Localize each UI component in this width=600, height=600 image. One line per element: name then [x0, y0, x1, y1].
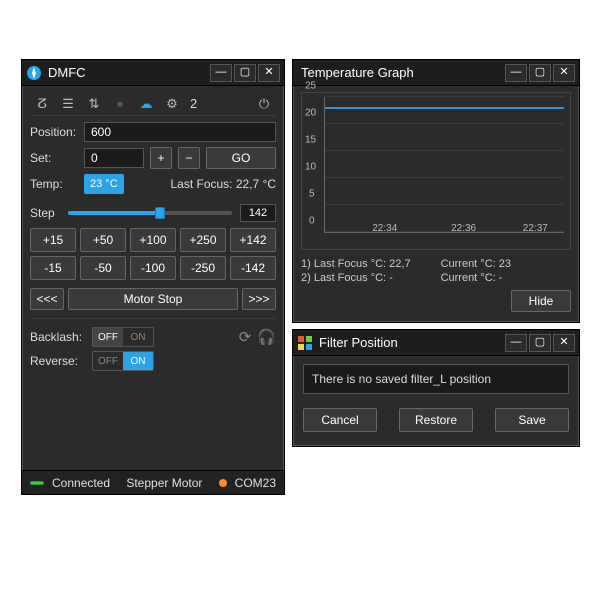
set-input[interactable] [91, 151, 137, 165]
step-button-grid: +15 +50 +100 +250 +142 -15 -50 -100 -250… [30, 228, 276, 280]
toolbar-number: 2 [190, 96, 197, 111]
motor-fwd-button[interactable]: >>> [242, 288, 276, 310]
lastfocus1-label: 1) Last Focus °C: 22,7 [301, 258, 411, 270]
backlash-toggle[interactable]: OFF ON [92, 327, 154, 347]
cloud-icon[interactable]: ☁ [138, 96, 154, 112]
connected-indicator-icon [30, 481, 44, 485]
graph-title: Temperature Graph [301, 65, 505, 80]
toolbar: ⵒ ☰ ⇅ ● ☁ ⚙ 2 ⏻ [30, 92, 276, 116]
circle-icon[interactable]: ● [112, 96, 128, 112]
status-bar: Connected Stepper Motor COM23 [22, 470, 284, 494]
temp-label: Temp: [30, 177, 78, 191]
minus-button[interactable]: − [178, 147, 200, 169]
maximize-button[interactable]: ▢ [529, 64, 551, 82]
xtick: 22:34 [372, 223, 397, 234]
current1-label: Current °C: 23 [441, 258, 511, 270]
bars-icon[interactable]: ☰ [60, 96, 76, 112]
hide-button[interactable]: Hide [511, 290, 571, 312]
headphones-icon[interactable]: 🎧 [257, 328, 276, 346]
filter-titlebar[interactable]: Filter Position — ▢ ✕ [293, 330, 579, 356]
gear-icon[interactable]: ⚙ [164, 96, 180, 112]
minimize-button[interactable]: — [210, 64, 232, 82]
power-icon[interactable]: ⏻ [256, 96, 272, 112]
refresh-icon[interactable]: ⟳ [239, 328, 252, 346]
position-input[interactable] [91, 125, 269, 139]
close-button[interactable]: ✕ [553, 334, 575, 352]
temp-badge: 23 °C [84, 174, 124, 194]
last-focus-label: Last Focus: 22,7 °C [170, 177, 276, 191]
usb-icon[interactable]: ⵒ [34, 96, 50, 112]
dmfc-title: DMFC [48, 65, 210, 80]
dmfc-window: DMFC — ▢ ✕ ⵒ ☰ ⇅ ● ☁ ⚙ 2 ⏻ Position: Set… [21, 59, 285, 495]
restore-button[interactable]: Restore [399, 408, 473, 432]
step-btn-minus142[interactable]: -142 [230, 256, 276, 280]
step-btn-plus15[interactable]: +15 [30, 228, 76, 252]
xtick: 22:37 [523, 223, 548, 234]
reverse-on[interactable]: ON [123, 352, 153, 370]
maximize-button[interactable]: ▢ [234, 64, 256, 82]
plus-button[interactable]: + [150, 147, 172, 169]
temperature-graph-window: Temperature Graph — ▢ ✕ 0 5 10 15 20 25 [292, 59, 580, 323]
dmfc-titlebar[interactable]: DMFC — ▢ ✕ [22, 60, 284, 86]
step-btn-minus100[interactable]: -100 [130, 256, 176, 280]
backlash-on[interactable]: ON [123, 328, 153, 346]
filter-position-window: Filter Position — ▢ ✕ There is no saved … [292, 329, 580, 447]
step-btn-plus50[interactable]: +50 [80, 228, 126, 252]
close-button[interactable]: ✕ [258, 64, 280, 82]
motor-back-button[interactable]: <<< [30, 288, 64, 310]
app-icon [26, 65, 42, 81]
go-button[interactable]: GO [206, 147, 276, 169]
step-btn-minus250[interactable]: -250 [180, 256, 226, 280]
status-port: COM23 [235, 476, 276, 490]
backlash-off[interactable]: OFF [93, 328, 123, 346]
status-connected: Connected [52, 476, 110, 490]
lastfocus2-label: 2) Last Focus °C: - [301, 272, 411, 284]
port-indicator-icon [219, 479, 227, 487]
step-slider[interactable] [68, 206, 232, 220]
step-btn-plus142[interactable]: +142 [230, 228, 276, 252]
reverse-label: Reverse: [30, 354, 84, 368]
minimize-button[interactable]: — [505, 64, 527, 82]
step-value: 142 [240, 204, 276, 222]
xtick: 22:36 [451, 223, 476, 234]
motor-stop-button[interactable]: Motor Stop [68, 288, 238, 310]
slider-thumb[interactable] [155, 207, 165, 219]
filter-message: There is no saved filter_L position [303, 364, 569, 394]
chart-status: 1) Last Focus °C: 22,7 2) Last Focus °C:… [301, 258, 571, 284]
graph-titlebar[interactable]: Temperature Graph — ▢ ✕ [293, 60, 579, 86]
minimize-button[interactable]: — [505, 334, 527, 352]
cancel-button[interactable]: Cancel [303, 408, 377, 432]
save-button[interactable]: Save [495, 408, 569, 432]
set-field[interactable] [84, 148, 144, 168]
status-motor-type: Stepper Motor [118, 476, 211, 490]
reverse-toggle[interactable]: OFF ON [92, 351, 154, 371]
close-button[interactable]: ✕ [553, 64, 575, 82]
up-down-icon[interactable]: ⇅ [86, 96, 102, 112]
step-btn-minus50[interactable]: -50 [80, 256, 126, 280]
filter-title: Filter Position [319, 335, 505, 350]
position-label: Position: [30, 125, 78, 139]
step-btn-plus250[interactable]: +250 [180, 228, 226, 252]
step-label: Step [30, 206, 60, 220]
temperature-chart: 0 5 10 15 20 25 22:34 22:36 22:37 [301, 92, 571, 250]
maximize-button[interactable]: ▢ [529, 334, 551, 352]
position-field[interactable] [84, 122, 276, 142]
step-btn-plus100[interactable]: +100 [130, 228, 176, 252]
step-btn-minus15[interactable]: -15 [30, 256, 76, 280]
chart-series-line [325, 107, 564, 109]
current2-label: Current °C: - [441, 272, 511, 284]
backlash-label: Backlash: [30, 330, 84, 344]
filter-app-icon [297, 335, 313, 351]
set-label: Set: [30, 151, 78, 165]
reverse-off[interactable]: OFF [93, 352, 123, 370]
